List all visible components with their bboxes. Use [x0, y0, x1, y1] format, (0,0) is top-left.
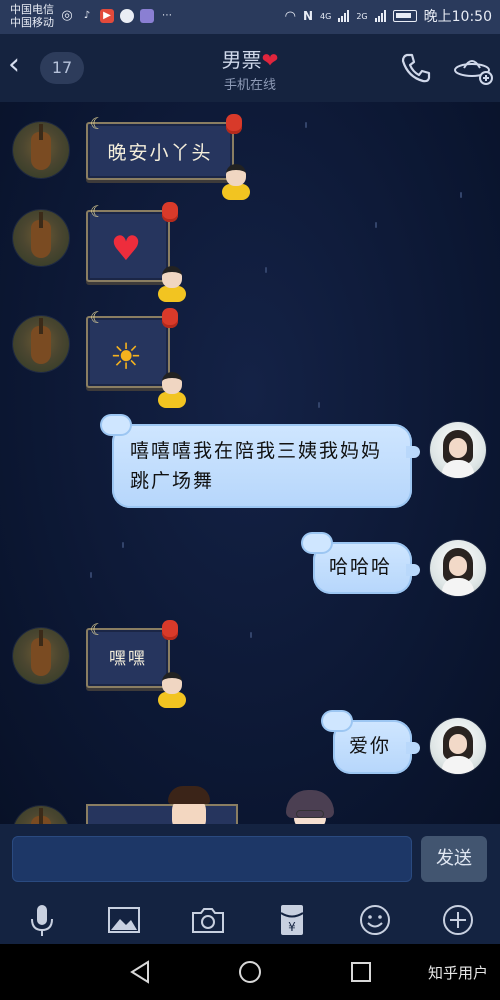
contact-avatar[interactable]	[13, 122, 69, 178]
rain-streak	[375, 222, 377, 228]
plus-icon[interactable]	[440, 902, 476, 938]
heart-emoji-icon: ♥	[110, 229, 142, 269]
nfc-icon: N	[303, 9, 314, 23]
rain-streak	[460, 192, 462, 198]
my-avatar[interactable]	[430, 718, 486, 774]
red-packet-icon[interactable]: ¥	[274, 902, 310, 938]
phone-icon[interactable]	[398, 50, 434, 86]
my-avatar[interactable]	[430, 540, 486, 596]
moon-icon: ☾	[90, 114, 105, 133]
message-emoji-bubble[interactable]: ☾ ♥	[86, 202, 186, 302]
cloud-decoration	[323, 712, 351, 730]
network-1-label: 4G	[320, 11, 332, 21]
message-bubble-outgoing[interactable]: 哈哈哈	[303, 534, 420, 594]
bubble-tail	[406, 446, 420, 458]
system-navigation-bar: 知乎用户	[0, 944, 500, 1000]
moon-icon: ☾	[90, 202, 105, 221]
message-bubble-outgoing[interactable]: 嘻嘻嘻我在陪我三姨我妈妈 跳广场舞	[102, 416, 420, 508]
cloud-decoration	[303, 534, 331, 552]
heart-emoji: ❤	[261, 48, 279, 72]
image-icon[interactable]	[106, 902, 142, 938]
message-text-line-2: 跳广场舞	[130, 470, 215, 492]
contact-avatar[interactable]	[13, 316, 69, 372]
lantern-icon	[162, 202, 178, 222]
boy-sticker-icon	[154, 266, 188, 302]
message-text: 嘿嘿	[109, 649, 147, 669]
app-icon	[140, 9, 154, 23]
chat-icon	[120, 9, 134, 23]
status-right: ◠ N 4G 2G 晚上10:50	[285, 6, 492, 26]
headphones-icon: ◠	[284, 8, 296, 24]
signal-2-icon	[374, 10, 386, 22]
message-text: 哈哈哈	[329, 556, 393, 578]
lantern-icon	[162, 620, 178, 640]
message-sticker-bubble[interactable]: ☾ 嘿嘿	[86, 620, 186, 708]
bubble-tail	[406, 742, 420, 754]
signal-icon	[338, 10, 350, 22]
red-packet-glyph: ¥	[288, 920, 296, 934]
message-sticker-bubble[interactable]: ☾ 晚安小丫头	[86, 114, 250, 200]
microphone-icon[interactable]	[24, 902, 60, 938]
recents-square-icon[interactable]	[345, 956, 377, 988]
status-bar: 中国电信 中国移动 ◎ ♪ ▶ ⋯ ◠ N 4G 2G 晚上10:50	[0, 0, 500, 34]
notification-icons: ◎ ♪ ▶ ⋯	[60, 9, 174, 23]
boy-sticker-icon	[154, 672, 188, 708]
message-emoji-bubble[interactable]: ☾ ☀	[86, 308, 186, 408]
boy-sticker-icon	[154, 372, 188, 408]
input-bar: 发送	[0, 824, 500, 894]
rain-streak	[122, 542, 124, 548]
ufo-plus-icon[interactable]	[452, 52, 494, 86]
my-avatar[interactable]	[430, 422, 486, 478]
more-dots-icon: ⋯	[162, 10, 172, 21]
rain-streak	[318, 402, 320, 408]
clock: 晚上10:50	[423, 9, 492, 25]
lantern-icon	[162, 308, 178, 328]
input-toolbar: ¥	[0, 894, 500, 944]
rain-streak	[265, 267, 267, 273]
battery-icon	[392, 10, 417, 22]
boy-sticker-icon	[218, 164, 252, 200]
lantern-icon	[226, 114, 242, 134]
cloud-decoration	[102, 416, 130, 434]
contact-avatar[interactable]	[13, 628, 69, 684]
peeking-boy-sticker-icon	[164, 786, 214, 824]
rain-streak	[305, 122, 307, 128]
message-text: 爱你	[349, 735, 392, 757]
rain-streak	[250, 632, 252, 638]
send-button[interactable]: 发送	[421, 836, 487, 882]
message-input[interactable]	[12, 836, 412, 882]
hotspot-icon: ◎	[61, 8, 73, 23]
camera-icon[interactable]	[190, 902, 226, 938]
contact-avatar[interactable]	[13, 806, 69, 824]
home-circle-icon[interactable]	[234, 956, 266, 988]
tiktok-icon: ♪	[83, 10, 91, 21]
peeking-girl-sticker-icon	[284, 790, 336, 824]
bubble-tail	[406, 564, 420, 576]
emoji-icon[interactable]	[357, 902, 393, 938]
watermark: 知乎用户	[427, 964, 488, 982]
carrier-info: 中国电信 中国移动	[10, 3, 54, 29]
message-text: 晚安小丫头	[107, 142, 213, 164]
back-triangle-icon[interactable]	[124, 956, 156, 988]
message-bubble-outgoing[interactable]: 爱你	[323, 712, 420, 774]
message-text-line-1: 嘻嘻嘻我在陪我三姨我妈妈	[130, 440, 383, 462]
chat-header: ‹ 17 男票❤ 手机在线	[0, 34, 500, 102]
chat-message-list[interactable]: ☾ 晚安小丫头 ☾ ♥ ☾ ☀ 嘻嘻嘻我在陪我三姨我妈妈 跳广场舞 哈哈哈 ☾	[0, 102, 500, 824]
contact-name-text: 男票	[221, 48, 262, 72]
sun-emoji-icon: ☀	[109, 337, 143, 378]
carrier-2: 中国移动	[10, 16, 54, 29]
message-sticker-bubble-partial[interactable]	[86, 804, 238, 824]
carrier-1: 中国电信	[10, 3, 54, 16]
moon-icon: ☾	[90, 620, 105, 639]
rain-streak	[90, 572, 92, 578]
contact-avatar[interactable]	[13, 210, 69, 266]
video-icon: ▶	[100, 9, 114, 23]
moon-icon: ☾	[90, 308, 105, 327]
network-2-label: 2G	[356, 11, 368, 21]
